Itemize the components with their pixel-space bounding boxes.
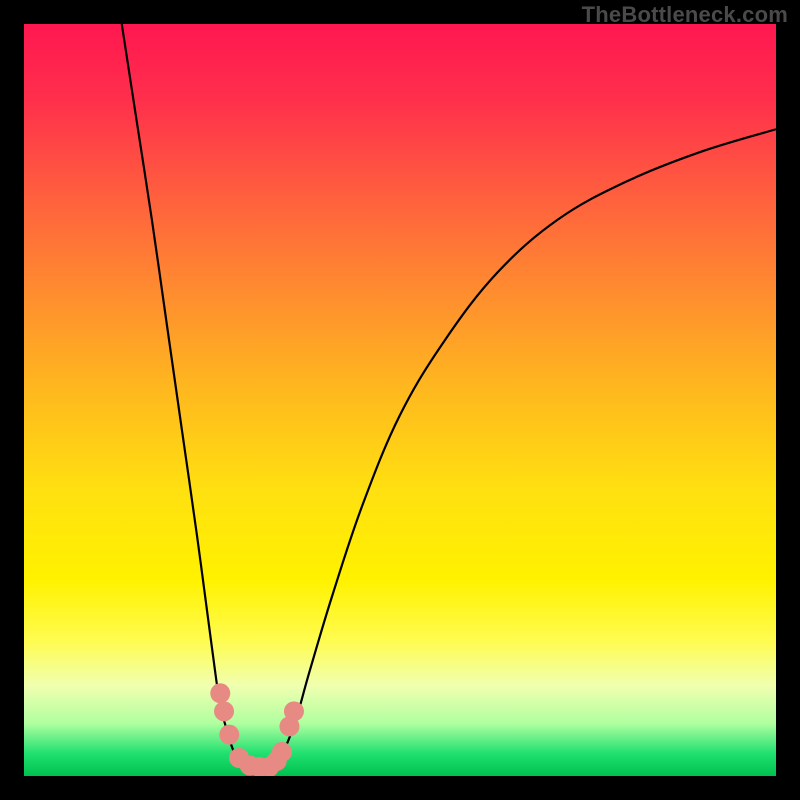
curve-markers — [210, 683, 304, 776]
chart-frame — [24, 24, 776, 776]
chart-svg — [24, 24, 776, 776]
marker-point — [219, 725, 239, 745]
marker-point — [210, 683, 230, 703]
marker-point — [284, 701, 304, 721]
series-right-curve — [280, 129, 776, 761]
marker-point — [214, 701, 234, 721]
marker-point — [272, 742, 292, 762]
curve-lines — [122, 24, 776, 769]
series-left-curve — [122, 24, 242, 761]
